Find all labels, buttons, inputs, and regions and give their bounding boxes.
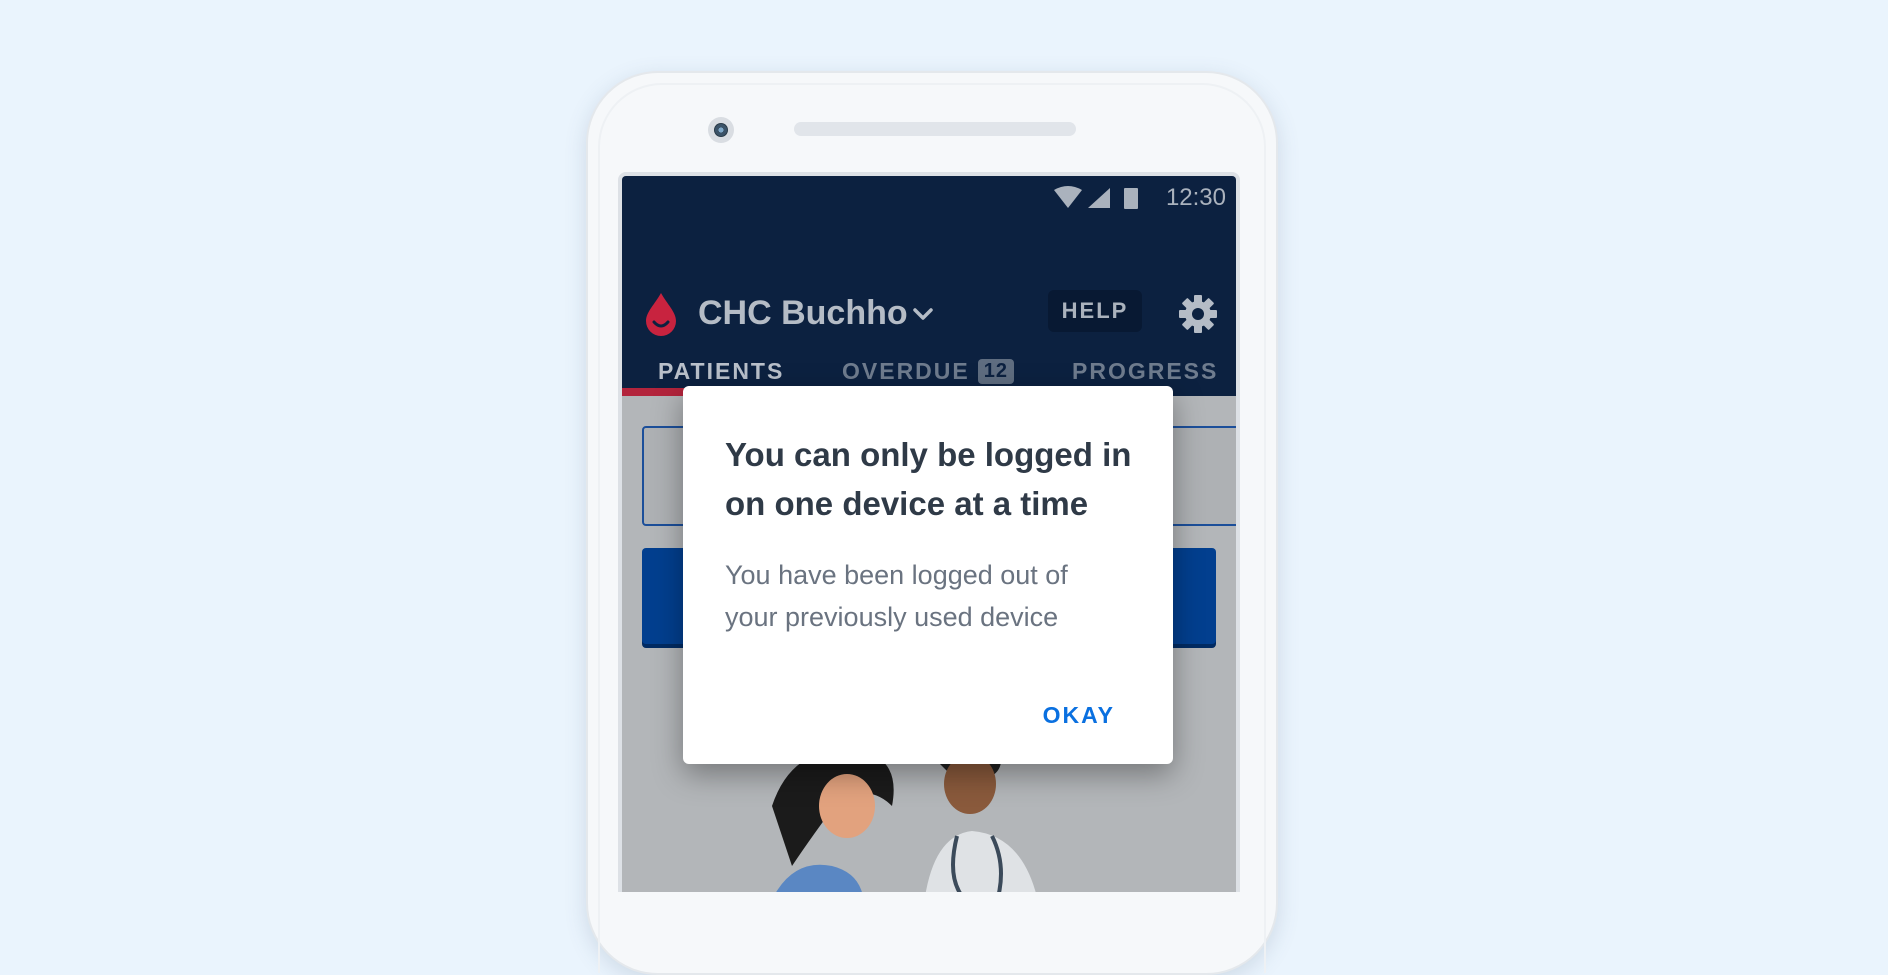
dialog-title: You can only be logged in on one device … [725, 436, 1132, 522]
status-icons [1054, 186, 1138, 209]
status-bar: 12:30 [622, 176, 1236, 222]
phone-speaker [794, 122, 1076, 136]
tab-overdue[interactable]: OVERDUE 12 [842, 358, 1014, 385]
signal-icon [1088, 188, 1110, 208]
okay-button[interactable]: OKAY [1043, 702, 1115, 729]
help-button[interactable]: HELP [1048, 290, 1142, 332]
battery-icon [1124, 188, 1138, 209]
tab-progress[interactable]: PROGRESS [1072, 358, 1218, 385]
app-bar: CHC Buchho HELP PATIENTS OVERDUE 12 PROG… [622, 222, 1236, 396]
blood-drop-icon [646, 293, 676, 336]
wifi-icon [1054, 186, 1082, 208]
dialog-message: You have been logged out of your previou… [725, 560, 1068, 632]
tab-patients[interactable]: PATIENTS [658, 358, 784, 385]
front-camera-icon [708, 117, 734, 143]
single-device-dialog: You can only be logged in on one device … [683, 386, 1173, 764]
tab-overdue-label: OVERDUE [842, 358, 970, 384]
chevron-down-icon[interactable] [912, 306, 934, 322]
overdue-count-badge: 12 [977, 359, 1014, 384]
facility-name[interactable]: CHC Buchho [698, 294, 908, 333]
status-time: 12:30 [1165, 184, 1226, 211]
settings-gear-icon[interactable] [1178, 294, 1218, 334]
